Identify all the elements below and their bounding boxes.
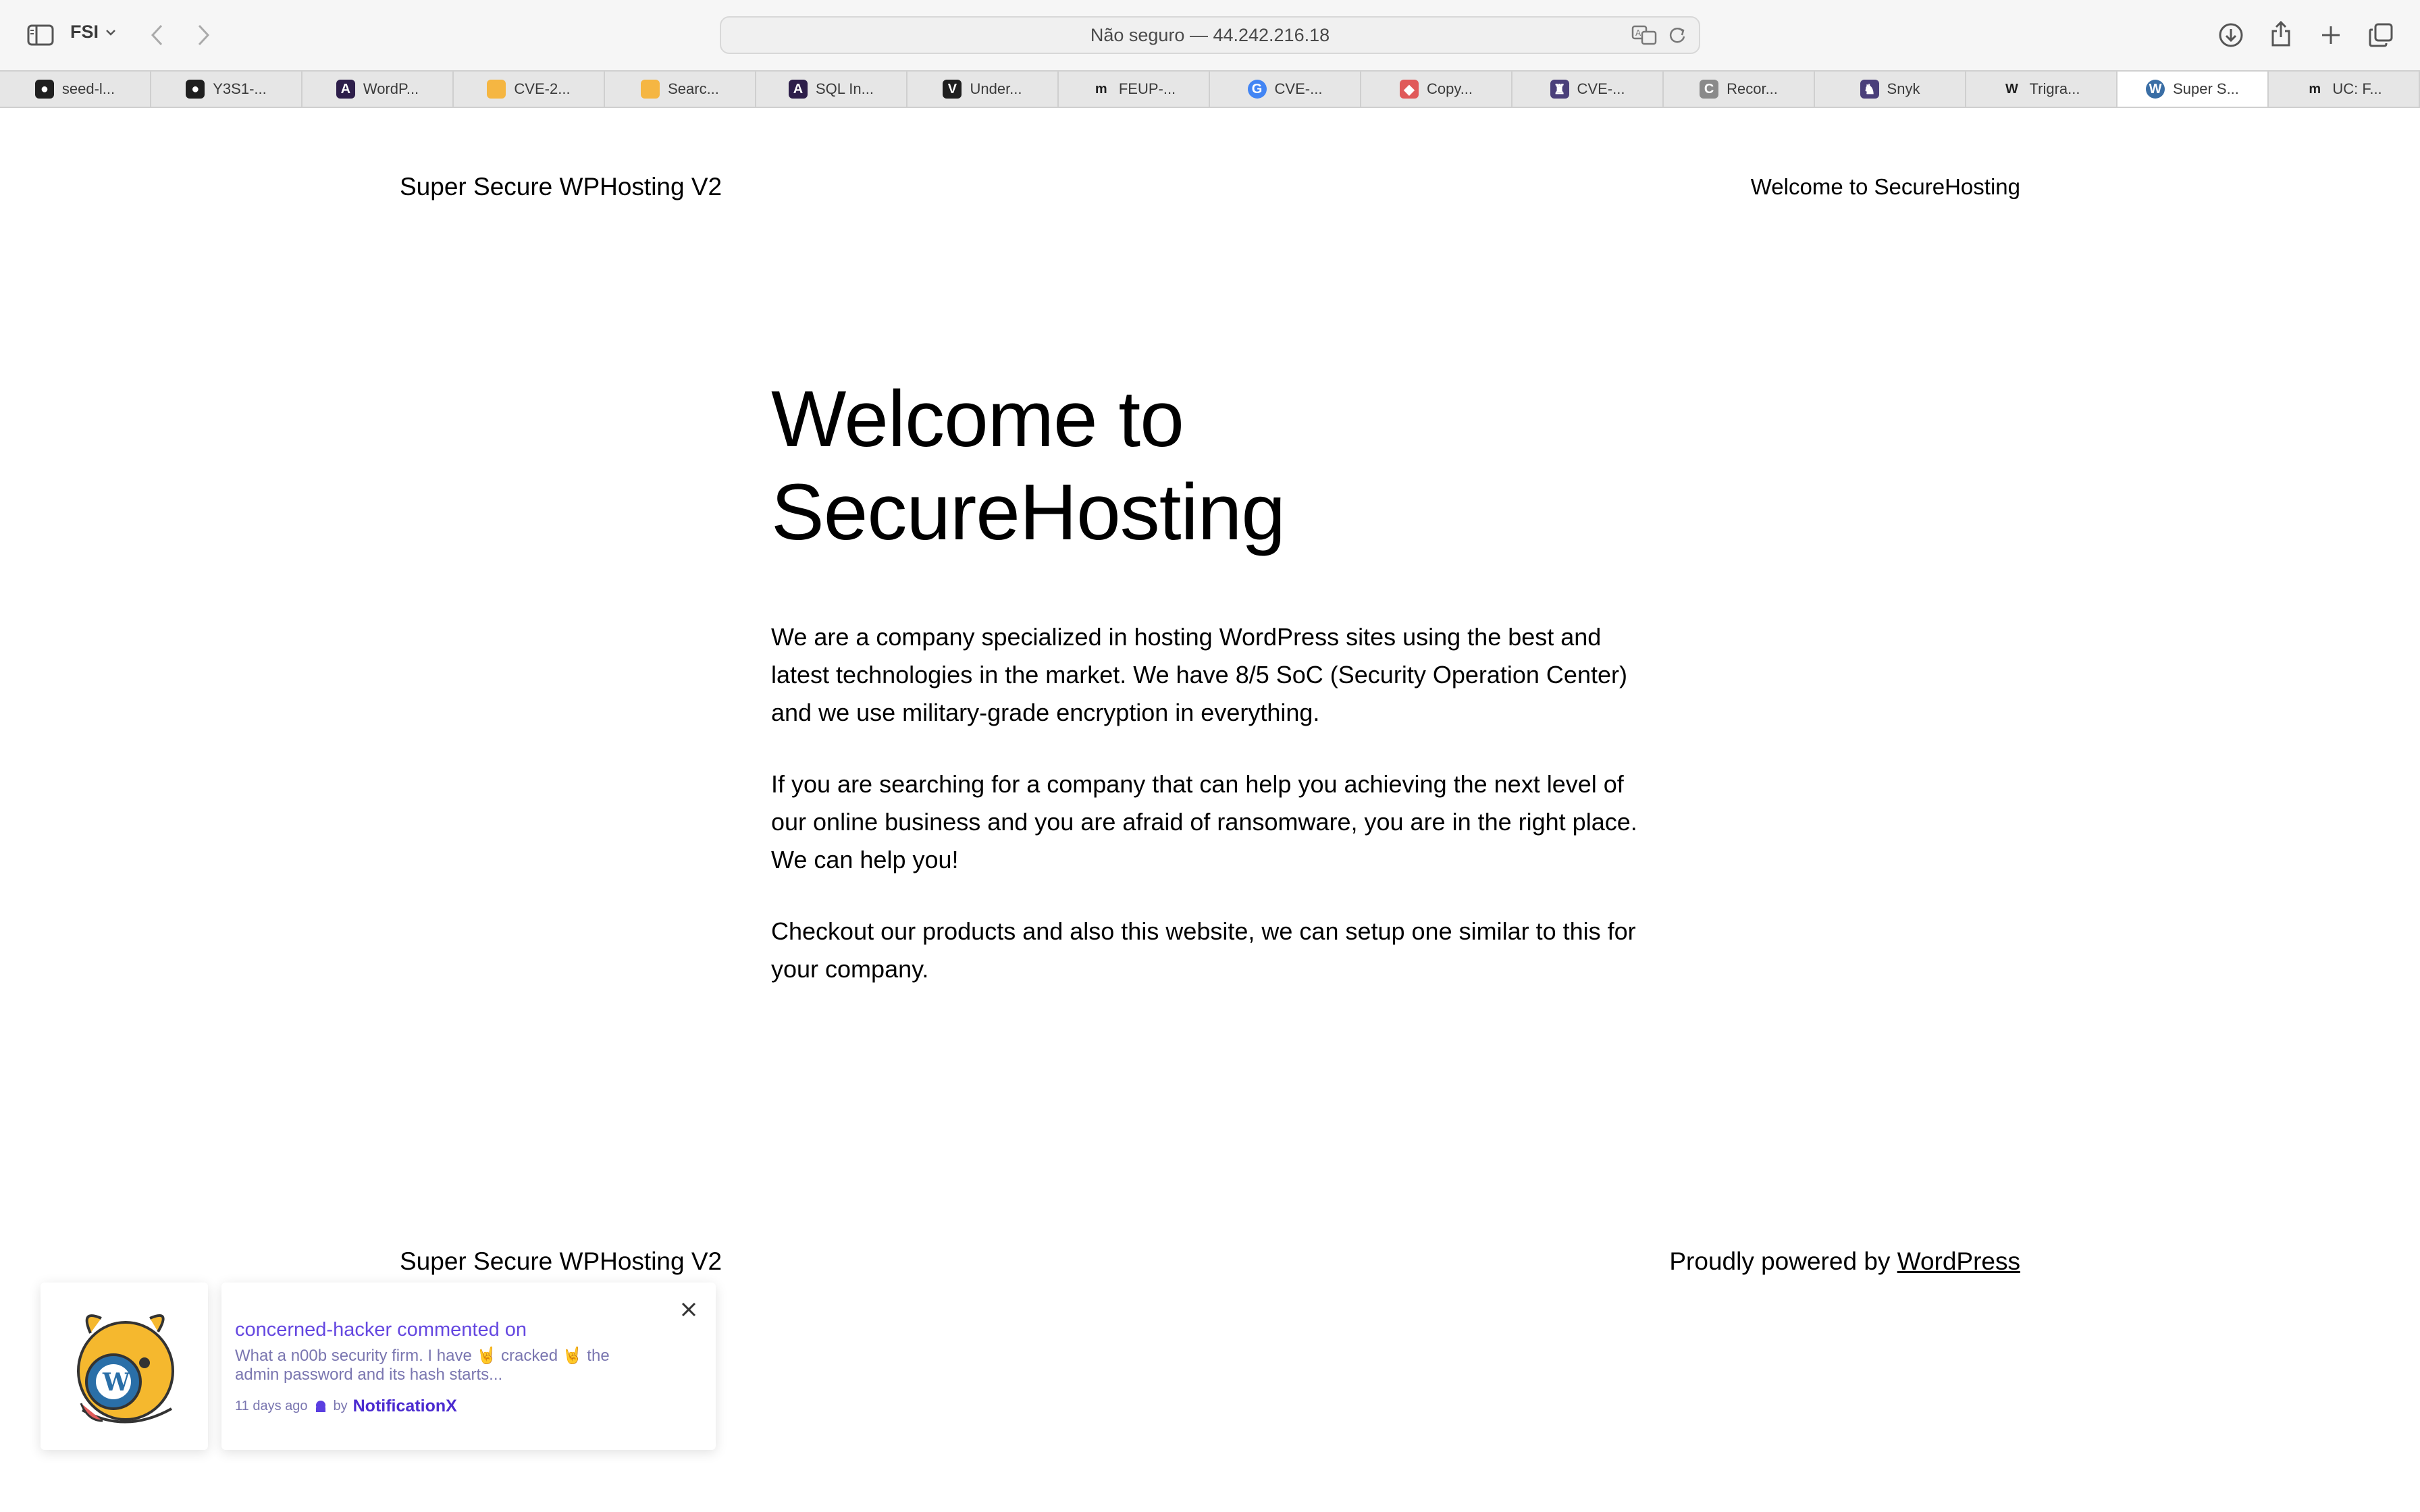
rock-hand-icon: 🤘 [562,1347,583,1365]
google-icon: G [1247,80,1267,99]
shield-icon: ◆ [1399,80,1419,99]
notification-by: by [333,1399,348,1413]
address-text: Não seguro — 44.242.216.18 [1090,24,1330,45]
wordpress-link[interactable]: WordPress [1897,1247,2020,1275]
square-icon [487,80,506,99]
share-icon[interactable] [2266,19,2296,49]
notification-title[interactable]: concerned-hacker commented on [235,1319,689,1341]
tab-label: seed-l... [61,80,115,97]
tab-7[interactable]: m FEUP-... [1059,72,1210,107]
sidebar-toggle-icon[interactable] [26,20,55,50]
tab-2[interactable]: A WordP... [302,72,454,107]
tab-14[interactable]: W Super S... [2118,72,2269,107]
paragraph: Checkout our products and also this webs… [771,917,1636,983]
github-icon: ● [186,80,205,99]
notificationx-logo-icon [315,1400,325,1412]
tab-15[interactable]: m UC: F... [2269,72,2420,107]
m-logo-icon: m [2309,81,2321,97]
tab-label: FEUP-... [1118,80,1176,97]
tab-11[interactable]: C Recor... [1664,72,1815,107]
tab-6[interactable]: V Under... [908,72,1059,107]
paragraph: If you are searching for a company that … [771,770,1637,873]
tab-label: Trigra... [2029,80,2080,97]
tab-label: Copy... [1426,80,1473,97]
tab-9[interactable]: ◆ Copy... [1361,72,1512,107]
notification-body-text: cracked [496,1347,562,1365]
footer-site-title[interactable]: Super Secure WPHosting V2 [400,1247,722,1276]
notification-body-text: What a n00b security firm. I have [235,1347,477,1365]
new-tab-icon[interactable] [2316,20,2346,50]
tab-label: Super S... [2173,80,2239,97]
address-bar[interactable]: Não seguro — 44.242.216.18 A [720,16,1700,54]
tab-10[interactable]: ♜ CVE-... [1512,72,1664,107]
footer-credit: Proudly powered by WordPress [1669,1247,2020,1276]
tab-label: SQL In... [815,80,874,97]
tab-4[interactable]: Searc... [605,72,756,107]
tab-label: Searc... [668,80,719,97]
nav-item-welcome[interactable]: Welcome to SecureHosting [1751,174,2020,200]
a-logo-icon: A [788,80,808,99]
c-logo-icon: C [1700,80,1719,99]
tab-strip: ● seed-l... ● Y3S1-... A WordP... CVE-2... Sear… [0,70,2420,108]
m-logo-icon: m [1095,81,1107,97]
heading-line-2: SecureHosting [771,468,1286,557]
close-icon[interactable] [677,1297,701,1322]
profile-name: FSI [70,22,99,42]
notification-body: What a n00b security firm. I have 🤘 crac… [235,1347,640,1384]
tab-label: UC: F... [2332,80,2382,97]
github-icon: ● [34,80,54,99]
back-button[interactable] [143,20,170,50]
v-logo-icon: V [943,80,962,99]
translate-icon[interactable]: A [1631,24,1658,51]
tab-0[interactable]: ● seed-l... [0,72,151,107]
tab-overview-icon[interactable] [2366,20,2396,50]
footer-credit-text: Proudly powered by [1669,1247,1897,1275]
notification-time: 11 days ago [235,1399,308,1413]
notification-meta: 11 days ago by NotificationX [235,1397,689,1416]
snyk-icon: ♞ [1860,80,1879,99]
wordpress-icon: W [2146,80,2165,99]
notificationx-brand[interactable]: NotificationX [353,1397,457,1416]
tab-13[interactable]: W Trigra... [1966,72,2118,107]
wikipedia-icon: W [2005,81,2018,97]
tab-label: Snyk [1887,80,1920,97]
tab-label: Y3S1-... [213,80,267,97]
page-content: We are a company specialized in hosting … [771,618,1662,1022]
site-title[interactable]: Super Secure WPHosting V2 [400,173,722,201]
svg-text:W: W [102,1368,130,1397]
notification-avatar[interactable]: W [41,1282,208,1450]
reload-icon[interactable] [1668,25,1687,50]
square-icon [641,80,660,99]
rock-hand-icon: 🤘 [476,1347,497,1365]
profile-selector[interactable]: FSI [70,22,116,43]
tab-label: CVE-2... [514,80,571,97]
tab-label: Under... [970,80,1022,97]
forward-button[interactable] [190,20,217,50]
chevron-down-icon [106,29,115,36]
tab-8[interactable]: G CVE-... [1210,72,1361,107]
downloads-icon[interactable] [2216,20,2246,50]
tab-label: CVE-... [1274,80,1323,97]
tab-label: CVE-... [1577,80,1625,97]
tab-5[interactable]: A SQL In... [756,72,908,107]
tab-1[interactable]: ● Y3S1-... [151,72,302,107]
castle-icon: ♜ [1550,80,1569,99]
notification-card[interactable]: concerned-hacker commented on What a n00… [221,1282,716,1450]
a-logo-icon: A [336,80,355,99]
tab-label: Recor... [1727,80,1778,97]
tab-3[interactable]: CVE-2... [454,72,605,107]
svg-text:A: A [1635,28,1641,38]
wapuu-mascot-icon: W [77,1314,174,1424]
tab-label: WordP... [363,80,419,97]
paragraph: We are a company specialized in hosting … [771,623,1627,726]
browser-toolbar: FSI Não seguro — 44.242.216.18 A [0,0,2420,70]
page-heading: Welcome to SecureHosting [771,373,1662,559]
heading-line-1: Welcome to [771,375,1184,464]
tab-12[interactable]: ♞ Snyk [1815,72,1966,107]
